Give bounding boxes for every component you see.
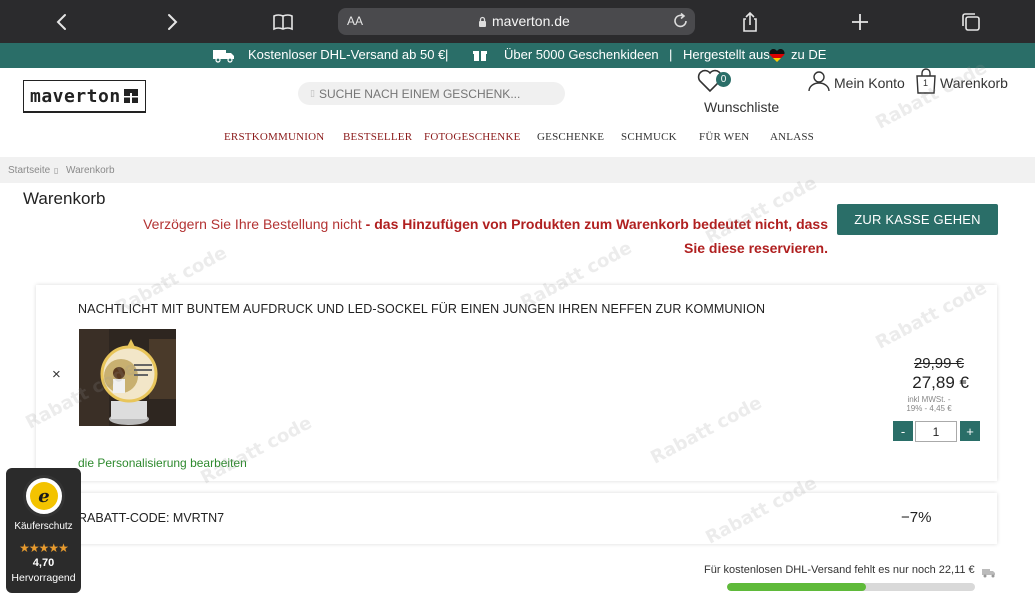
price-current: 27,89 €	[912, 373, 969, 392]
url-text: maverton.de	[492, 13, 570, 29]
search-bar[interactable]: ▯	[298, 82, 565, 105]
site-logo[interactable]: maverton	[23, 80, 146, 113]
logo-gift-icon	[123, 89, 138, 103]
reader-aa-button[interactable]: AA	[347, 14, 363, 28]
nav-item-geschenke[interactable]: GESCHENKE	[537, 131, 604, 143]
bookmarks-icon[interactable]	[269, 8, 297, 36]
product-thumbnail[interactable]	[79, 329, 176, 426]
lock-icon	[479, 16, 486, 27]
promo-made-in-suffix: zu DE	[791, 47, 827, 62]
trust-score: 4,70	[32, 557, 55, 569]
breadcrumb-separator: ▯	[54, 166, 59, 175]
quantity-decrease-button[interactable]: -	[893, 421, 913, 441]
wishlist-label: Wunschliste	[704, 99, 780, 115]
back-icon[interactable]	[48, 8, 76, 36]
promo-gifts: Über 5000 Geschenkideen	[504, 47, 659, 62]
share-icon[interactable]	[736, 8, 764, 36]
account-label: Mein Konto	[834, 74, 905, 91]
notice-bold-text: - das Hinzufügen von Produkten zum Waren…	[361, 216, 828, 256]
cart-label: Warenkorb	[940, 74, 1008, 91]
promo-separator: |	[669, 47, 673, 62]
quantity-increase-button[interactable]: +	[960, 421, 980, 441]
trust-grade: Hervorragend	[11, 572, 76, 584]
nav-item-schmuck[interactable]: SCHMUCK	[621, 131, 677, 143]
search-input[interactable]	[318, 86, 559, 101]
page-title: Warenkorb	[23, 189, 106, 208]
nav-item-erstkommunion[interactable]: ERSTKOMMUNION	[224, 131, 324, 143]
promo-made-in-prefix: Hergestellt aus	[683, 47, 770, 62]
trust-label: Käuferschutz	[14, 521, 73, 532]
cart-item-title[interactable]: NACHTLICHT MIT BUNTEM AUFDRUCK UND LED-S…	[78, 302, 765, 316]
remove-item-icon[interactable]: ×	[52, 366, 66, 383]
wishlist-count-badge: 0	[716, 72, 731, 87]
nav-item-fotogeschenke[interactable]: FOTOGESCHENKE	[424, 131, 521, 143]
nav-item-anlass[interactable]: ANLASS	[770, 131, 814, 143]
new-tab-icon[interactable]	[846, 8, 874, 36]
germany-heart-flag-icon	[769, 49, 785, 65]
promo-shipping: Kostenloser DHL-Versand ab 50 €	[248, 47, 446, 62]
promo-bar: Kostenloser DHL-Versand ab 50 € | Über 5…	[0, 43, 1035, 68]
nav-item-bestseller[interactable]: BESTSELLER	[343, 131, 412, 143]
trusted-shops-seal-icon: e	[23, 475, 65, 517]
breadcrumb-current: Warenkorb	[66, 165, 115, 176]
shopping-bag-icon: 1	[915, 68, 937, 97]
breadcrumb: Startseite ▯ Warenkorb	[0, 157, 1035, 183]
reservation-notice: Verzögern Sie Ihre Bestellung nicht - da…	[120, 212, 828, 260]
rating-stars-icon: ★★★★★	[19, 541, 69, 555]
promo-separator: |	[445, 47, 449, 62]
logo-text: maverton	[30, 85, 121, 107]
cart-count: 1	[923, 78, 929, 88]
notice-light-text: Verzögern Sie Ihre Bestellung nicht	[143, 216, 362, 232]
truck-icon	[212, 48, 236, 66]
vat-note: inkl MWSt. - 19% - 4,45 €	[906, 395, 952, 413]
checkout-button[interactable]: ZUR KASSE GEHEN	[837, 204, 998, 235]
tabs-overview-icon[interactable]	[957, 8, 985, 36]
user-icon	[807, 70, 831, 95]
gift-icon	[473, 48, 487, 65]
delivery-truck-icon	[982, 565, 996, 583]
free-shipping-message: Für kostenlosen DHL-Versand fehlt es nur…	[704, 564, 975, 576]
forward-icon[interactable]	[158, 8, 186, 36]
discount-code-label: RABATT-CODE: MVRTN7	[78, 511, 225, 525]
reload-icon[interactable]	[673, 12, 689, 33]
nav-item-fur-wen[interactable]: FÜR WEN	[699, 131, 749, 143]
cart-item: NACHTLICHT MIT BUNTEM AUFDRUCK UND LED-S…	[36, 285, 997, 481]
account-link[interactable]: Mein Konto	[807, 70, 905, 95]
browser-toolbar: AA maverton.de	[0, 0, 1035, 43]
breadcrumb-home[interactable]: Startseite	[8, 165, 50, 176]
wishlist-link[interactable]: 0 Wunschliste	[697, 68, 787, 118]
cart-link[interactable]: 1 Warenkorb	[915, 68, 1008, 97]
search-icon: ▯	[310, 88, 315, 98]
progress-fill	[727, 583, 866, 591]
discount-value: −7%	[901, 509, 932, 526]
quantity-input[interactable]	[915, 421, 957, 442]
discount-row: RABATT-CODE: MVRTN7 −7%	[36, 493, 997, 544]
free-shipping-progress	[727, 583, 975, 591]
price-old: 29,99 €	[913, 355, 964, 372]
edit-personalization-link[interactable]: die Personalisierung bearbeiten	[78, 456, 247, 470]
trusted-shops-badge[interactable]: e Käuferschutz ★★★★★ 4,70 Hervorragend	[6, 468, 81, 593]
address-bar[interactable]: AA maverton.de	[338, 8, 695, 35]
